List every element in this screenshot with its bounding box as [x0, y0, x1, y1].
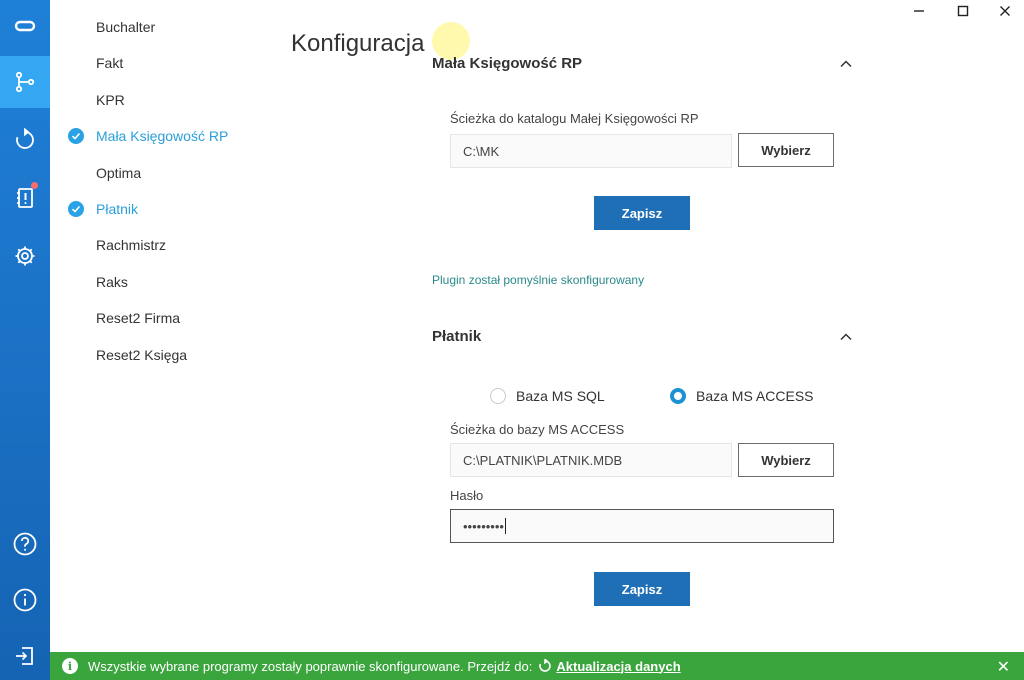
check-icon	[68, 201, 84, 217]
plugin-item[interactable]: Fakt	[68, 52, 288, 74]
success-message: Plugin został pomyślnie skonfigurowany	[432, 273, 645, 287]
mkrp-path-label: Ścieżka do katalogu Małej Księgowości RP	[450, 111, 699, 126]
update-data-link[interactable]: Aktualizacja danych	[556, 659, 680, 674]
plugin-item[interactable]: Płatnik	[68, 198, 288, 220]
section-title-platnik: Płatnik	[432, 328, 482, 345]
mkrp-path-input[interactable]: C:\MK	[450, 134, 732, 168]
chevron-up-icon[interactable]	[838, 56, 854, 72]
unchecked-icon	[68, 19, 84, 35]
section-title-mkrp: Mała Księgowość RP	[432, 55, 583, 72]
plugin-item[interactable]: Reset2 Księga	[68, 344, 288, 366]
minimize-button[interactable]	[904, 0, 934, 22]
chevron-up-icon[interactable]	[838, 329, 854, 345]
plugin-label: Fakt	[96, 55, 124, 71]
plugin-label: Reset2 Firma	[96, 310, 181, 326]
password-value: •••••••••	[463, 518, 504, 534]
plugin-label: Raks	[96, 274, 128, 290]
unchecked-icon	[68, 310, 84, 326]
radio-ms-access-label: Baza MS ACCESS	[696, 388, 814, 404]
link-icon[interactable]	[0, 0, 50, 52]
refresh-icon[interactable]	[0, 114, 50, 166]
radio-ms-sql-label: Baza MS SQL	[516, 388, 605, 404]
status-bar: i Wszystkie wybrane programy zostały pop…	[50, 652, 1024, 680]
check-icon	[68, 128, 84, 144]
plugin-item[interactable]: Rachmistrz	[68, 234, 288, 256]
unchecked-icon	[68, 237, 84, 253]
mkrp-save-button[interactable]: Zapisz	[594, 196, 690, 230]
platnik-path-value: C:\PLATNIK\PLATNIK.MDB	[463, 452, 623, 468]
help-icon[interactable]	[0, 518, 50, 570]
page-title: Konfiguracja	[291, 30, 425, 57]
plugin-label: Płatnik	[96, 201, 139, 217]
radio-selected-icon	[670, 388, 686, 404]
platnik-browse-button[interactable]: Wybierz	[738, 443, 834, 477]
info-icon: i	[62, 658, 78, 674]
radio-ms-access[interactable]: Baza MS ACCESS	[670, 388, 814, 404]
password-label: Hasło	[450, 488, 484, 503]
plugin-label: Optima	[96, 165, 142, 181]
platnik-save-button[interactable]: Zapisz	[594, 572, 690, 606]
plugin-label: Mała Księgowość RP	[96, 128, 229, 144]
plugin-item[interactable]: Raks	[68, 271, 288, 293]
text-cursor	[504, 518, 506, 534]
navigation-rail	[0, 0, 50, 680]
unchecked-icon	[68, 165, 84, 181]
mkrp-path-value: C:\MK	[463, 143, 500, 159]
notification-dot	[31, 182, 38, 189]
plugin-label: Reset2 Księga	[96, 347, 188, 363]
unchecked-icon	[68, 347, 84, 363]
plugin-item[interactable]: Optima	[68, 162, 288, 184]
unchecked-icon	[68, 55, 84, 71]
unchecked-icon	[68, 92, 84, 108]
platnik-path-label: Ścieżka do bazy MS ACCESS	[450, 422, 625, 437]
plugin-item[interactable]: Buchalter	[68, 16, 288, 38]
plugin-label: KPR	[96, 92, 125, 108]
notebook-alert-icon[interactable]	[0, 172, 50, 224]
refresh-icon	[538, 659, 552, 673]
plugin-label: Rachmistrz	[96, 237, 167, 253]
platnik-path-input[interactable]: C:\PLATNIK\PLATNIK.MDB	[450, 443, 732, 477]
password-input[interactable]: •••••••••	[450, 509, 834, 543]
mkrp-browse-button[interactable]: Wybierz	[738, 133, 834, 167]
gear-icon[interactable]	[0, 230, 50, 282]
plugin-item[interactable]: Mała Księgowość RP	[68, 125, 288, 147]
info-icon[interactable]	[0, 574, 50, 626]
plugin-label: Buchalter	[96, 19, 156, 35]
branch-icon[interactable]	[0, 56, 50, 108]
plugin-item[interactable]: Reset2 Firma	[68, 307, 288, 329]
unchecked-icon	[68, 274, 84, 290]
status-message: Wszystkie wybrane programy zostały popra…	[88, 658, 533, 674]
close-window-button[interactable]	[990, 0, 1020, 22]
radio-ms-sql[interactable]: Baza MS SQL	[490, 388, 605, 404]
radio-unselected-icon	[490, 388, 506, 404]
logout-icon[interactable]	[0, 630, 50, 680]
plugin-item[interactable]: KPR	[68, 89, 288, 111]
maximize-button[interactable]	[948, 0, 978, 22]
close-status-icon[interactable]: ✕	[997, 657, 1010, 677]
